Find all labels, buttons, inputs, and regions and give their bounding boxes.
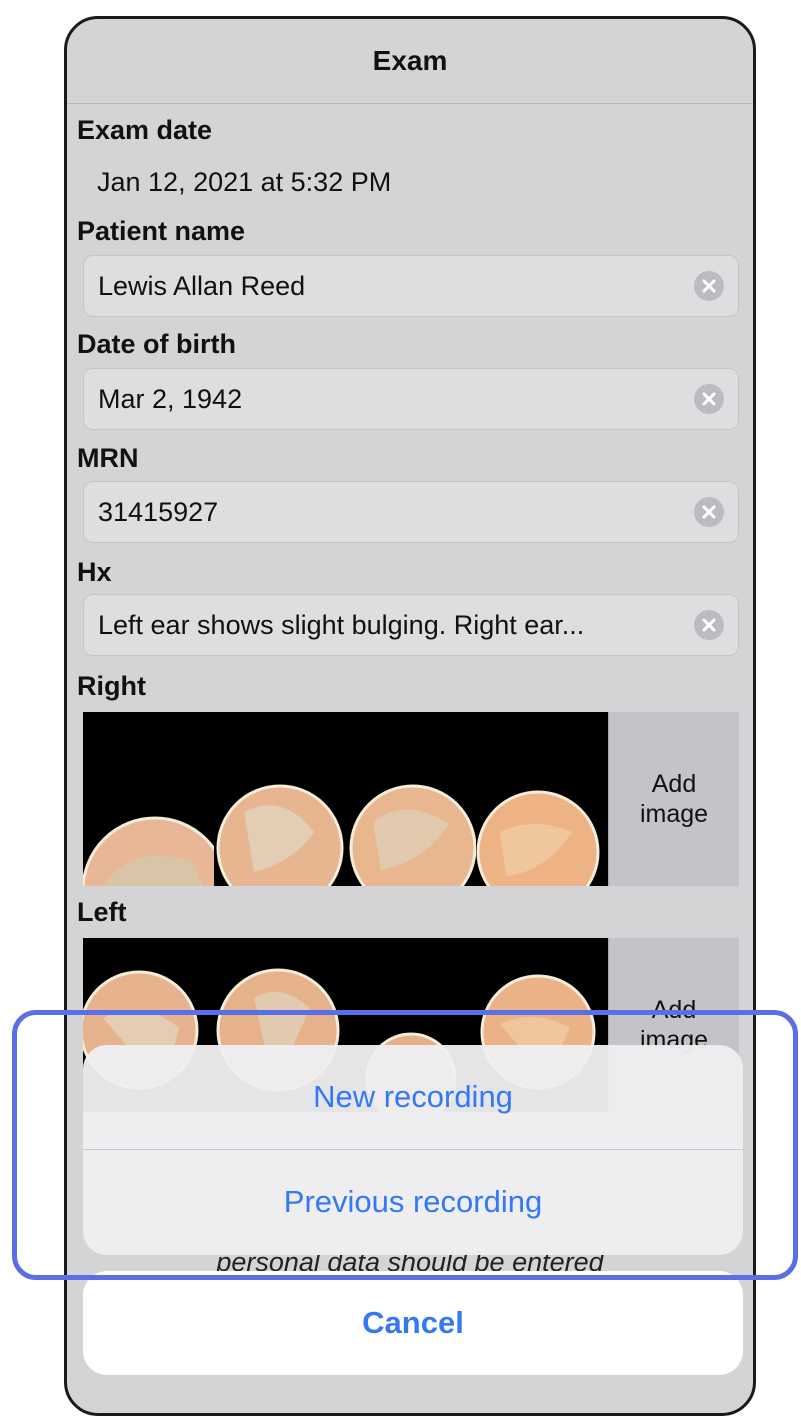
previous-recording-button[interactable]: Previous recording <box>83 1150 743 1254</box>
hx-value: Left ear shows slight bulging. Right ear… <box>98 610 585 640</box>
date-of-birth-label: Date of birth <box>77 329 236 359</box>
exam-date-value: Jan 12, 2021 at 5:32 PM <box>97 167 392 197</box>
mrn-value: 31415927 <box>98 497 219 527</box>
clear-icon[interactable] <box>694 497 724 527</box>
hx-field[interactable]: Left ear shows slight bulging. Right ear… <box>83 594 739 656</box>
patient-name-field[interactable]: Lewis Allan Reed <box>83 255 739 317</box>
new-recording-button[interactable]: New recording <box>83 1045 743 1149</box>
hx-label: Hx <box>77 557 112 587</box>
clear-icon[interactable] <box>694 384 724 414</box>
clear-icon[interactable] <box>694 271 724 301</box>
cancel-button[interactable]: Cancel <box>83 1271 743 1375</box>
mrn-label: MRN <box>77 443 139 473</box>
mrn-field[interactable]: 31415927 <box>83 481 739 543</box>
ear-image-thumbnail[interactable] <box>214 712 345 886</box>
right-ear-image-strip: Add image <box>83 712 739 886</box>
ear-image-thumbnail[interactable] <box>83 712 214 886</box>
ear-image-thumbnail[interactable] <box>476 712 607 886</box>
date-of-birth-value: Mar 2, 1942 <box>98 384 243 414</box>
left-ear-label: Left <box>77 897 127 927</box>
action-sheet: New recording Previous recording <box>83 1045 743 1255</box>
nav-title: Exam <box>67 19 753 104</box>
right-ear-label: Right <box>77 671 146 701</box>
add-image-button[interactable]: Add image <box>608 712 739 886</box>
add-image-label: Add image <box>639 770 709 828</box>
patient-name-label: Patient name <box>77 216 246 246</box>
date-of-birth-field[interactable]: Mar 2, 1942 <box>83 368 739 430</box>
patient-name-value: Lewis Allan Reed <box>98 271 306 301</box>
ear-image-thumbnail[interactable] <box>345 712 476 886</box>
clear-icon[interactable] <box>694 610 724 640</box>
exam-date-label: Exam date <box>77 115 213 145</box>
exam-screen: Exam Exam date Jan 12, 2021 at 5:32 PM P… <box>64 16 756 1416</box>
